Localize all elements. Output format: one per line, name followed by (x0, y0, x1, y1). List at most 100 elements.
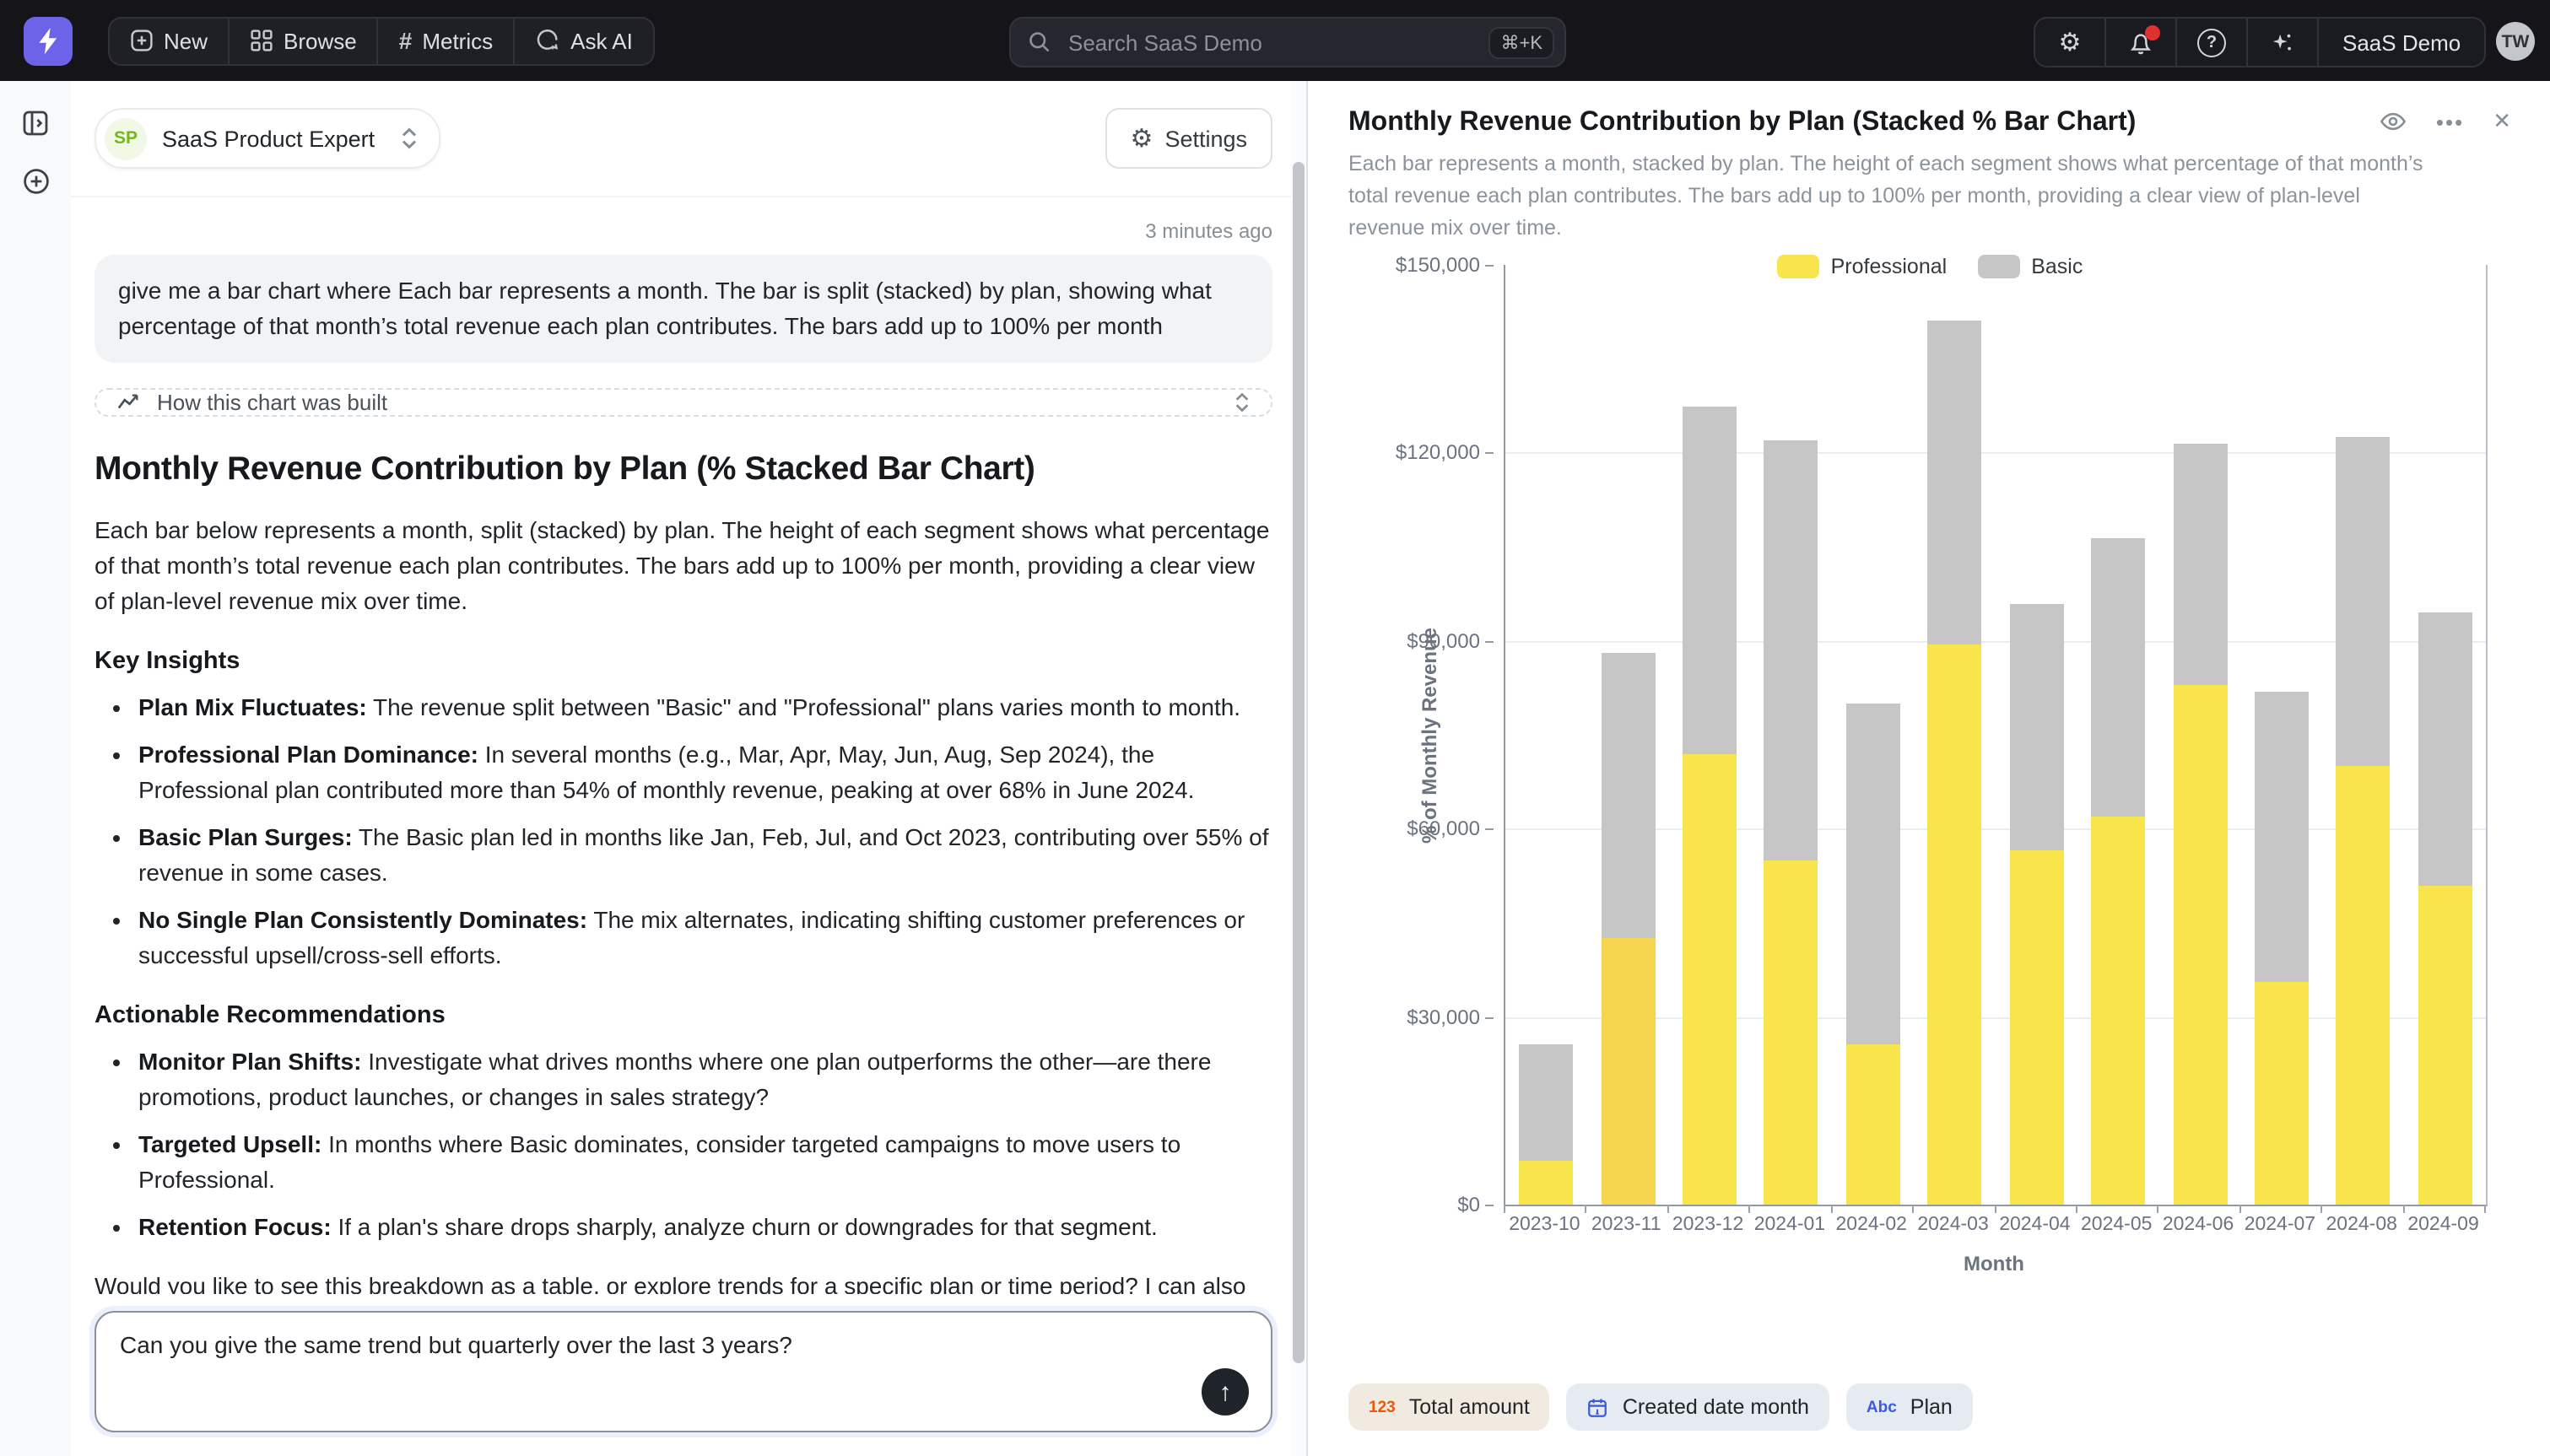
plot-area (1504, 265, 2488, 1206)
field-tag-total-amount[interactable]: 123 Total amount (1348, 1383, 1550, 1431)
chart-panel-actions: ••• ✕ (2380, 108, 2513, 135)
send-button[interactable]: ↑ (1202, 1368, 1249, 1416)
chart-description: Each bar represents a month, stacked by … (1348, 148, 2442, 245)
gear-icon: ⚙ (1131, 126, 1153, 151)
segment-basic (1846, 704, 1900, 1045)
browse-button[interactable]: Browse (230, 18, 379, 63)
bar-2024-08[interactable] (2337, 437, 2391, 1205)
segment-professional (1764, 860, 1818, 1205)
ellipsis-icon: ••• (2436, 109, 2464, 134)
segment-professional (2255, 982, 2309, 1205)
settings-gear-button[interactable]: ⚙ (2035, 19, 2106, 66)
recommendations-heading: Actionable Recommendations (95, 1002, 1272, 1029)
hash-icon: # (399, 27, 413, 54)
x-axis-labels: 2023-102023-112023-122024-012024-022024-… (1504, 1215, 2484, 1242)
x-tickmark (1586, 1205, 1587, 1213)
bar-2024-03[interactable] (1928, 321, 1982, 1205)
bar-2024-05[interactable] (2091, 537, 2145, 1205)
chat-input[interactable]: Can you give the same trend but quarterl… (96, 1313, 1271, 1431)
bar-2024-06[interactable] (2173, 444, 2227, 1205)
agent-settings-button[interactable]: ⚙ Settings (1105, 108, 1272, 169)
chevron-selector-icon (400, 127, 419, 150)
x-tickmark (2402, 1205, 2404, 1213)
y-axis-labels: $150,000$120,000$90,000$60,000$30,000$0 (1308, 265, 1494, 1205)
sparkles-icon (2270, 30, 2295, 55)
app-root: New Browse # Metrics Ask AI (0, 0, 2550, 1456)
list-item: No Single Plan Consistently Dominates: T… (138, 903, 1272, 973)
y-tick-label: $60,000 (1311, 817, 1480, 840)
y-tick-label: $120,000 (1311, 441, 1480, 465)
chat-sparkle-icon (535, 28, 560, 53)
segment-basic (2418, 612, 2472, 885)
bar-2024-01[interactable] (1764, 440, 1818, 1205)
workspace-name[interactable]: SaaS Demo (2319, 19, 2484, 66)
recommendations-list: Monitor Plan Shifts: Investigate what dr… (95, 1044, 1272, 1245)
bar-2023-10[interactable] (1519, 1045, 1573, 1205)
plus-circle-icon (21, 166, 50, 195)
x-tickmark (2320, 1205, 2322, 1213)
segment-basic (1928, 321, 1982, 644)
bar-2024-02[interactable] (1846, 704, 1900, 1205)
agent-name: SaaS Product Expert (162, 126, 375, 151)
new-button[interactable]: New (110, 18, 230, 63)
x-tickmark (2158, 1205, 2159, 1213)
y-tickmark (1485, 828, 1494, 830)
close-panel-button[interactable]: ✕ (2493, 108, 2513, 135)
x-tick-label: 2024-01 (1749, 1215, 1831, 1235)
bar-2024-09[interactable] (2418, 612, 2472, 1205)
chevron-selector-icon (1234, 391, 1251, 413)
y-tick-label: $150,000 (1311, 253, 1480, 277)
chat-header: SP SaaS Product Expert ⚙ Settings (71, 81, 1313, 197)
list-item: Professional Plan Dominance: In several … (138, 737, 1272, 808)
user-avatar[interactable]: TW (2496, 22, 2535, 61)
segment-professional (2091, 817, 2145, 1205)
global-search[interactable]: ⌘+K (1009, 17, 1566, 67)
how-chart-built-toggle[interactable]: How this chart was built (95, 388, 1272, 417)
x-tickmark (2076, 1205, 2077, 1213)
segment-basic (2173, 444, 2227, 685)
list-item: Monitor Plan Shifts: Investigate what dr… (138, 1044, 1272, 1115)
x-tickmark (1994, 1205, 1996, 1213)
chat-input-container: Can you give the same trend but quarterl… (95, 1311, 1272, 1432)
ai-sparkles-button[interactable] (2248, 19, 2319, 66)
chat-scrollbar[interactable] (1291, 81, 1306, 1456)
help-button[interactable]: ? (2177, 19, 2248, 66)
bar-2023-11[interactable] (1601, 653, 1655, 1205)
y-tick-label: $30,000 (1311, 1005, 1480, 1028)
collapse-panel-button[interactable] (0, 94, 71, 152)
agent-selector[interactable]: SP SaaS Product Expert (95, 108, 440, 169)
gear-icon: ⚙ (2059, 30, 2082, 55)
answer-heading: Monthly Revenue Contribution by Plan (% … (95, 450, 1272, 489)
grid-icon (250, 29, 273, 52)
y-tickmark (1485, 265, 1494, 267)
search-input[interactable] (1065, 28, 1488, 57)
new-thread-button[interactable] (0, 152, 71, 209)
ask-ai-button[interactable]: Ask AI (515, 18, 653, 63)
settings-label: Settings (1164, 126, 1247, 151)
field-tag-created-date-month[interactable]: Created date month (1567, 1383, 1829, 1431)
assistant-message: Monthly Revenue Contribution by Plan (% … (95, 417, 1272, 1294)
y-tickmark (1485, 453, 1494, 455)
notifications-button[interactable] (2106, 19, 2177, 66)
chat-scroll-area[interactable]: 3 minutes ago give me a bar chart where … (71, 197, 1313, 1294)
metrics-button[interactable]: # Metrics (379, 18, 515, 63)
y-tickmark (1485, 1205, 1494, 1206)
x-tickmark (1504, 1205, 1505, 1213)
field-tags: 123 Total amount Created date month Abc … (1348, 1383, 1973, 1431)
agent-avatar: SP (105, 117, 147, 159)
close-icon: ✕ (2493, 108, 2513, 135)
navbar-right-group: ⚙ ? SaaS Demo (2034, 17, 2486, 67)
bar-2024-07[interactable] (2255, 691, 2309, 1205)
tag-label: Total amount (1409, 1395, 1530, 1419)
help-circle-icon: ? (2197, 28, 2226, 57)
app-logo[interactable] (24, 16, 73, 65)
nav-label: Ask AI (570, 28, 633, 53)
field-tag-plan[interactable]: Abc Plan (1846, 1383, 1973, 1431)
bar-2024-04[interactable] (2009, 603, 2063, 1205)
scrollbar-thumb[interactable] (1293, 162, 1305, 1363)
bar-2023-12[interactable] (1683, 406, 1737, 1205)
x-tick-label: 2024-02 (1830, 1215, 1912, 1235)
more-options-button[interactable]: ••• (2436, 109, 2464, 134)
calendar-icon (1587, 1396, 1609, 1418)
view-eye-button[interactable] (2380, 108, 2407, 135)
